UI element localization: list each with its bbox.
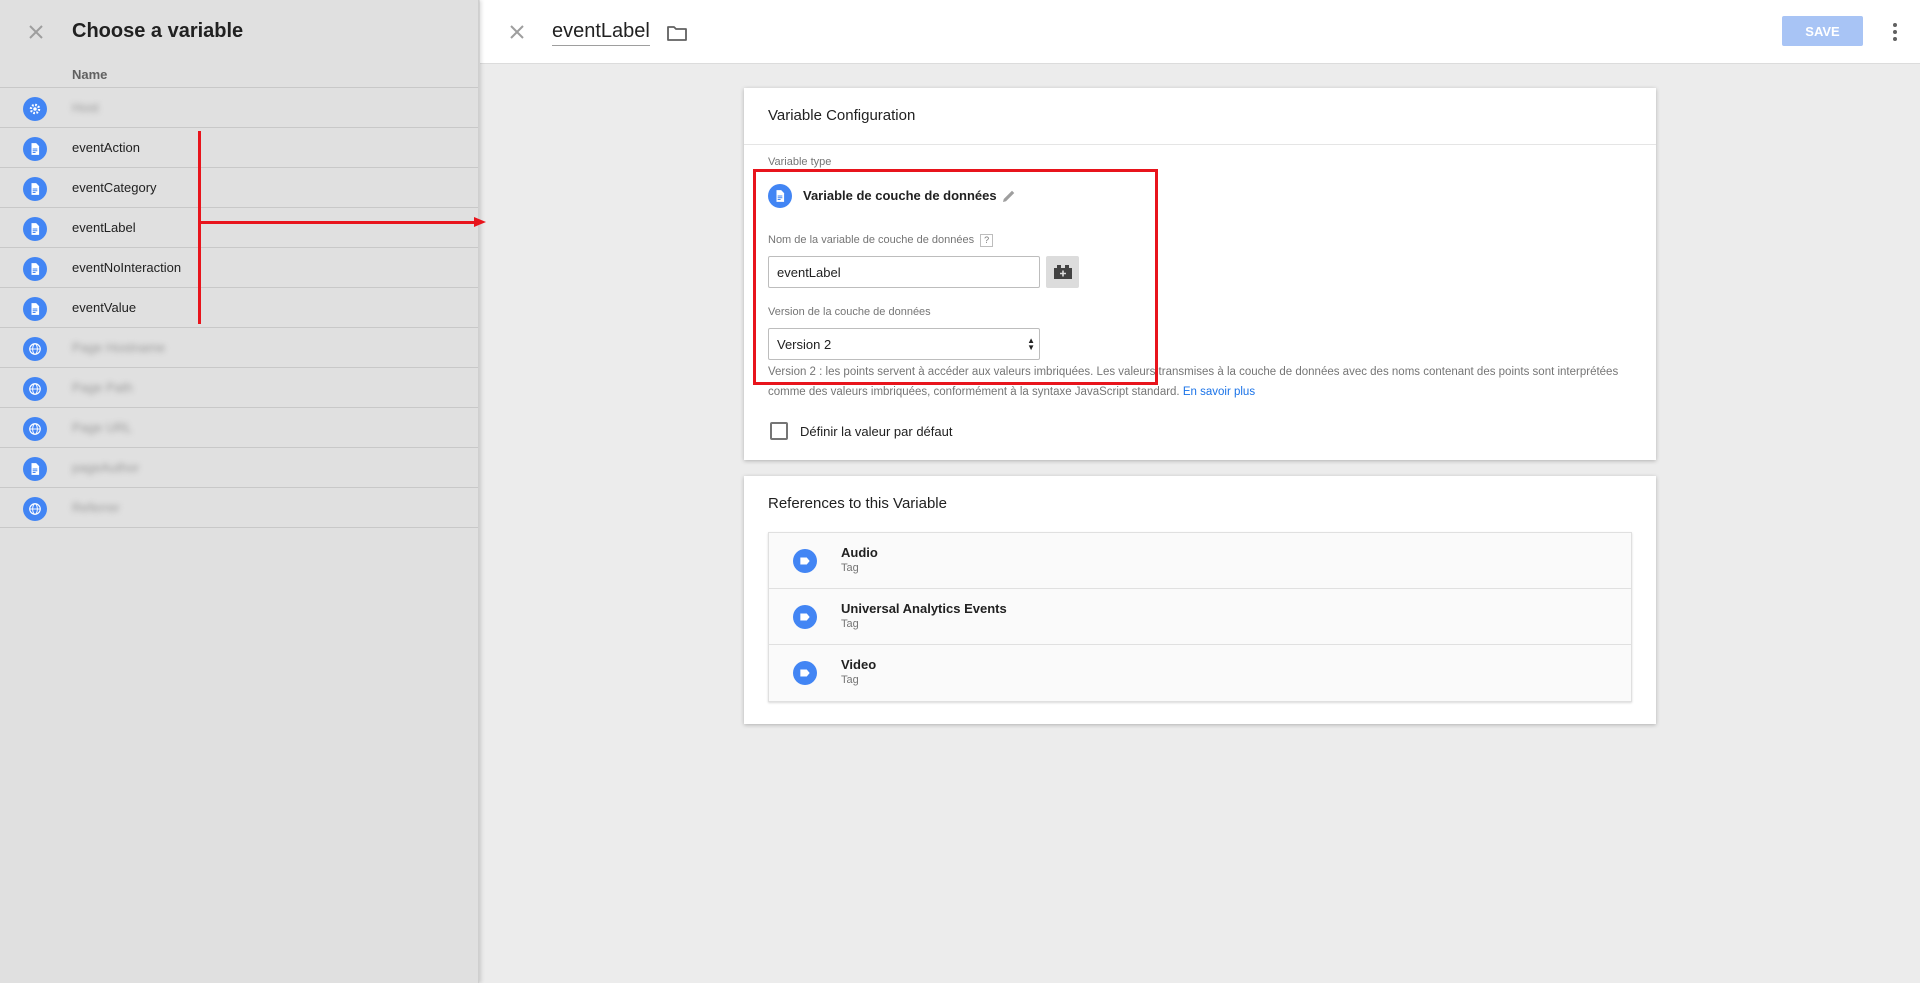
save-button[interactable]: SAVE — [1782, 16, 1863, 46]
variable-row[interactable]: eventValue — [0, 288, 478, 328]
variable-name-title[interactable]: eventLabel — [552, 20, 650, 46]
config-card-title: Variable Configuration — [768, 107, 916, 124]
reference-name: Audio — [841, 545, 878, 560]
editor-topbar: eventLabel SAVE — [480, 0, 1920, 64]
annotation-arrow-head — [474, 217, 486, 227]
globe-icon — [23, 337, 47, 361]
globe-icon — [23, 497, 47, 521]
dlv-name-label: Nom de la variable de couche de données? — [768, 234, 994, 247]
default-value-checkbox[interactable] — [770, 422, 788, 440]
references-card-title: References to this Variable — [768, 495, 947, 512]
document-icon — [23, 137, 47, 161]
dl-version-label: Version de la couche de données — [768, 306, 931, 318]
dl-version-select[interactable]: Version 2 ▲ ▼ — [768, 328, 1040, 360]
close-icon[interactable] — [24, 20, 48, 44]
document-icon — [23, 257, 47, 281]
variable-name: Page Path — [72, 380, 133, 395]
tag-icon — [793, 661, 817, 685]
variable-name: eventCategory — [72, 180, 157, 195]
variable-name: Page Hostname — [72, 340, 166, 355]
chooser-title: Choose a variable — [72, 20, 244, 42]
variable-row[interactable]: eventCategory — [0, 168, 478, 208]
variable-list: Host eventAction eventCategory eventLabel ev… — [0, 88, 478, 528]
document-icon — [23, 217, 47, 241]
annotation-bracket — [198, 131, 201, 324]
variable-row[interactable]: Referrer — [0, 488, 478, 528]
variable-name: Referrer — [72, 500, 120, 515]
reference-type: Tag — [841, 618, 859, 630]
select-arrows-icon: ▲ ▼ — [1027, 336, 1035, 352]
variable-name: Host — [72, 100, 99, 115]
globe-icon — [23, 377, 47, 401]
globe-icon — [23, 417, 47, 441]
variable-row[interactable]: eventNoInteraction — [0, 248, 478, 288]
variable-row[interactable]: Page URL — [0, 408, 478, 448]
version-help-text: Version 2 : les points servent à accéder… — [768, 362, 1628, 402]
reference-name: Universal Analytics Events — [841, 601, 1007, 616]
divider — [744, 144, 1656, 145]
gear-icon — [23, 97, 47, 121]
name-column-header: Name — [0, 66, 478, 88]
variable-row[interactable]: Page Path — [0, 368, 478, 408]
document-icon — [23, 177, 47, 201]
document-icon — [768, 184, 792, 208]
learn-more-link[interactable]: En savoir plus — [1183, 386, 1255, 398]
reference-name: Video — [841, 657, 877, 672]
dlv-name-label-text: Nom de la variable de couche de données — [768, 234, 975, 246]
variable-name: eventLabel — [72, 220, 136, 235]
dl-version-value: Version 2 — [777, 336, 832, 352]
dlv-name-input[interactable] — [768, 256, 1040, 288]
variable-chooser-panel: Choose a variable Name Host eventAction ev… — [0, 0, 479, 983]
variable-editor-panel: eventLabel SAVE Variable Configuration V… — [480, 0, 1920, 983]
variable-row[interactable]: eventAction — [0, 128, 478, 168]
reference-row[interactable]: Video Tag — [769, 645, 1631, 701]
close-icon[interactable] — [505, 20, 529, 44]
document-icon — [23, 457, 47, 481]
chooser-header: Choose a variable — [0, 0, 478, 66]
more-vert-icon[interactable] — [1883, 20, 1907, 44]
variable-row[interactable]: Host — [0, 88, 478, 128]
variable-name: eventAction — [72, 140, 140, 155]
references-card: References to this Variable Audio Tag Univ… — [744, 476, 1656, 724]
insert-variable-button[interactable] — [1046, 256, 1079, 288]
variable-row[interactable]: Page Hostname — [0, 328, 478, 368]
variable-row[interactable]: eventLabel — [0, 208, 478, 248]
variable-type-label: Variable type — [768, 156, 832, 168]
reference-row[interactable]: Audio Tag — [769, 533, 1631, 589]
edit-pencil-icon[interactable] — [1000, 187, 1018, 205]
brick-icon — [1053, 265, 1072, 279]
variable-name: eventValue — [72, 300, 137, 315]
document-icon — [23, 297, 47, 321]
tag-icon — [793, 549, 817, 573]
reference-type: Tag — [841, 562, 859, 574]
tag-icon — [793, 605, 817, 629]
folder-icon[interactable] — [665, 21, 689, 45]
variable-configuration-card: Variable Configuration Variable type Var… — [744, 88, 1656, 460]
variable-name: Page URL — [72, 420, 132, 435]
variable-row[interactable]: pageAuthor — [0, 448, 478, 488]
variable-type-name: Variable de couche de données — [803, 188, 997, 203]
references-list: Audio Tag Universal Analytics Events Tag Vid… — [768, 532, 1632, 702]
variable-name: pageAuthor — [72, 460, 140, 475]
default-value-label: Définir la valeur par défaut — [800, 424, 953, 439]
annotation-arrow-line — [201, 221, 477, 224]
reference-row[interactable]: Universal Analytics Events Tag — [769, 589, 1631, 645]
variable-name: eventNoInteraction — [72, 260, 182, 275]
help-icon[interactable]: ? — [980, 234, 994, 247]
reference-type: Tag — [841, 674, 859, 686]
